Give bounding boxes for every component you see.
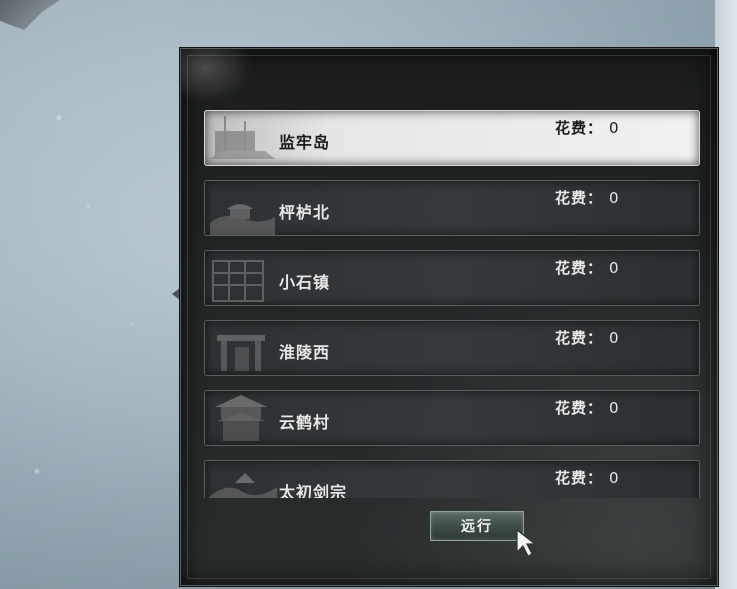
collapse-arrow-icon[interactable] [172,288,180,300]
destination-name: 枰栌北 [279,203,331,222]
location-thumbnail-icon [217,335,265,371]
destination-name: 云鹤村 [279,413,331,432]
location-thumbnail-icon [208,473,277,498]
travel-button[interactable]: 远行 [430,511,524,541]
destination-item[interactable]: 监牢岛 花费： 0 [204,110,700,166]
cost-text: 花费： 0 [555,469,620,487]
location-thumbnail-icon [210,204,275,235]
cost-text: 花费： 0 [555,259,620,277]
mouse-cursor-icon [516,528,537,557]
destination-item[interactable]: 云鹤村 花费： 0 [204,390,700,446]
destination-name: 太初剑宗 [279,483,348,498]
destination-name: 小石镇 [279,273,331,292]
destination-item[interactable]: 小石镇 花费： 0 [204,250,700,306]
destination-item[interactable]: 太初剑宗 花费： 0 [204,460,700,498]
ink-splash-decoration [181,49,261,109]
location-thumbnail-icon [215,395,267,441]
destination-item[interactable]: 枰栌北 花费： 0 [204,180,700,236]
destination-name: 淮陵西 [279,343,331,362]
cost-text: 花费： 0 [555,329,620,347]
background-strip [715,0,737,589]
destination-item[interactable]: 淮陵西 花费： 0 [204,320,700,376]
cost-text: 花费： 0 [555,189,620,207]
destination-name: 监牢岛 [279,133,331,152]
location-thumbnail-icon [210,116,275,159]
cost-text: 花费： 0 [555,119,620,137]
location-thumbnail-icon [212,260,264,302]
cost-text: 花费： 0 [555,399,620,417]
destination-list[interactable]: 监牢岛 花费：0 枰栌北 花费：0 小石镇 花费：0 淮陵西 花费：0 [204,110,700,498]
